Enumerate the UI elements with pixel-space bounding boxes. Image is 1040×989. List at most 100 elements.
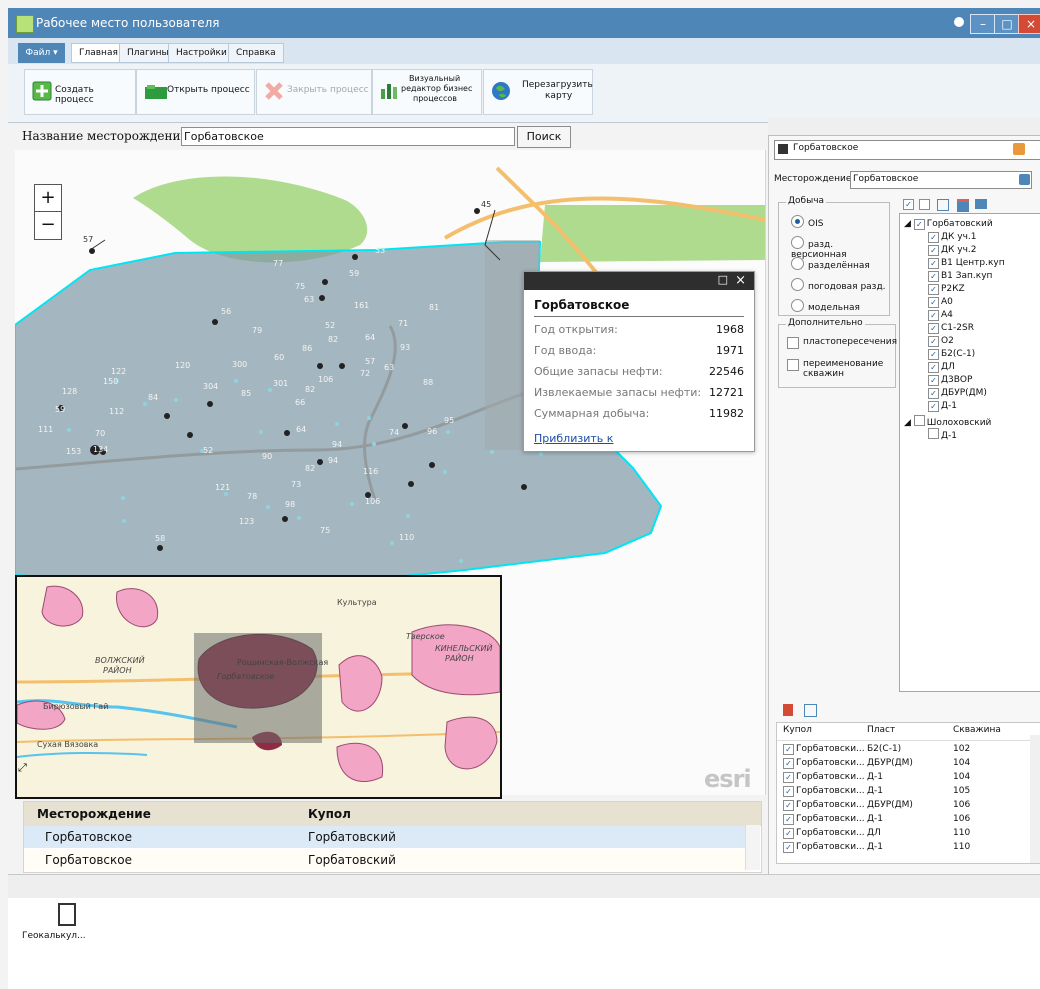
table-scrollbar[interactable] [1030, 735, 1040, 863]
tab-settings[interactable]: Настройки [168, 43, 235, 63]
folder-icon [145, 85, 167, 99]
checkbox-icon[interactable]: ✓ [928, 388, 939, 399]
tree-node[interactable]: ✓ Д3ВОР [928, 375, 972, 386]
tree-node[interactable]: Д-1 [928, 428, 957, 441]
radio-yearly-split[interactable]: погодовая разд. [791, 278, 886, 292]
checkbox-icon[interactable] [928, 428, 939, 439]
tree-node[interactable]: ✓ ДК уч.2 [928, 245, 977, 256]
table-row[interactable]: ✓ Горбатовски... Д-1 105 [777, 786, 1040, 799]
tree-node-root[interactable]: ◢ Шолоховский [904, 415, 991, 428]
grid-scrollbar[interactable] [745, 825, 760, 870]
maximize-icon[interactable]: □ [718, 273, 728, 286]
checkbox-icon[interactable]: ✓ [928, 362, 939, 373]
open-process-button[interactable]: Открыть процесс [136, 69, 255, 115]
tree-node-root[interactable]: ◢ ✓ Горбатовский [904, 219, 993, 230]
layer-combobox[interactable]: Горбатовское [774, 140, 1040, 160]
tree-node[interactable]: ✓ Д-1 [928, 401, 957, 412]
checkbox-icon[interactable]: ✓ [928, 258, 939, 269]
geocalc-label[interactable]: Геокалькул... [22, 931, 86, 941]
minimize-button[interactable]: – [970, 14, 996, 34]
table-row[interactable]: ✓ Горбатовски... Д-1 104 [777, 772, 1040, 785]
filter-icon[interactable] [804, 704, 817, 717]
resize-overview-icon[interactable]: ⤢ [18, 761, 27, 775]
checkbox-icon[interactable]: ✓ [928, 349, 939, 360]
right-panel-splitter[interactable] [768, 118, 1040, 136]
plugin-tray [8, 898, 1040, 989]
export-icon[interactable] [957, 199, 969, 212]
checkbox-icon[interactable]: ✓ [913, 219, 925, 230]
checkbox-icon[interactable] [913, 415, 925, 426]
help-icon[interactable] [954, 17, 964, 27]
checkbox-icon[interactable]: ✓ [783, 800, 794, 811]
tree-node[interactable]: ✓ С1-2SR [928, 323, 974, 334]
tree-node[interactable]: ✓ О2 [928, 336, 954, 347]
close-icon[interactable]: × [735, 273, 746, 288]
checkbox-icon[interactable]: ✓ [928, 323, 939, 334]
close-button[interactable]: × [1018, 14, 1040, 34]
radio-split[interactable]: разделённая [791, 257, 870, 271]
uncheck-all-icon[interactable] [919, 199, 930, 210]
checkbox-icon[interactable]: ✓ [783, 814, 794, 825]
field-name-input[interactable]: Горбатовское [181, 127, 515, 146]
visual-editor-button[interactable]: Визуальный редактор бизнес процессов [372, 69, 482, 115]
calculator-icon[interactable] [58, 903, 76, 926]
table-row[interactable]: ✓ Горбатовски... ДЛ 110 [777, 828, 1040, 841]
checkbox-icon[interactable]: ✓ [783, 786, 794, 797]
tree-node[interactable]: ✓ Б2(С-1) [928, 349, 975, 360]
zoom-in-button[interactable]: + [35, 185, 61, 212]
table-row[interactable]: ✓ Горбатовски... ДБУР(ДМ) 106 [777, 800, 1040, 813]
table-row[interactable]: ✓ Горбатовски... Д-1 106 [777, 814, 1040, 827]
table-row[interactable]: ✓ Горбатовски... Б2(С-1) 102 [777, 744, 1040, 757]
checkbox-icon[interactable]: ✓ [928, 375, 939, 386]
visual-editor-label-3: процессов [413, 94, 457, 103]
tree-node[interactable]: ✓ Р2КZ [928, 284, 965, 295]
import-icon[interactable] [975, 199, 987, 209]
dropdown-icon[interactable] [1013, 143, 1025, 155]
tree-node[interactable]: ✓ ДБУР(ДМ) [928, 388, 987, 399]
well-label: 75 [295, 282, 305, 291]
checkbox-icon[interactable]: ✓ [928, 245, 939, 256]
zoom-out-button[interactable]: − [35, 212, 61, 238]
field-selector-combobox[interactable]: Горбатовское [850, 171, 1032, 189]
table-row[interactable]: ✓ Горбатовски... Д-1 110 [777, 842, 1040, 855]
checkbox-icon[interactable]: ✓ [928, 284, 939, 295]
reload-map-button[interactable]: Перезагрузить карту [483, 69, 593, 115]
checkbox-icon[interactable]: ✓ [928, 297, 939, 308]
check-all-icon[interactable]: ✓ [903, 199, 914, 210]
checkbox-icon[interactable]: ✓ [783, 744, 794, 755]
checkbox-icon[interactable]: ✓ [783, 842, 794, 853]
tree-node[interactable]: ✓ ДЛ [928, 362, 955, 373]
close-process-button[interactable]: Закрыть процесс [256, 69, 372, 115]
search-button[interactable]: Поиск [517, 126, 571, 148]
checkbox-icon[interactable]: ✓ [783, 772, 794, 783]
search-tree-icon[interactable] [937, 199, 949, 211]
checkbox-icon[interactable]: ✓ [783, 828, 794, 839]
create-process-button[interactable]: Создать процесс [24, 69, 136, 115]
tab-home[interactable]: Главная [71, 43, 126, 63]
checkbox-icon[interactable]: ✓ [928, 336, 939, 347]
file-menu-button[interactable]: Файл ▾ [18, 43, 65, 63]
radio-ois[interactable]: OIS [791, 215, 823, 229]
tree-node[interactable]: ✓ ДК уч.1 [928, 232, 977, 243]
tree-node[interactable]: ✓ В1 Зап.куп [928, 271, 992, 282]
radio-model[interactable]: модельная [791, 299, 860, 313]
checkbox-icon[interactable]: ✓ [928, 401, 939, 412]
popup-label: Извлекаемые запасы нефти: [534, 386, 702, 399]
tab-help[interactable]: Справка [228, 43, 284, 63]
tree-node[interactable]: ✓ В1 Центр.куп [928, 258, 1005, 269]
checkbox-icon[interactable]: ✓ [928, 310, 939, 321]
table-row[interactable]: ✓ Горбатовски... ДБУР(ДМ) 104 [777, 758, 1040, 771]
delete-icon[interactable] [783, 704, 793, 716]
tree-node[interactable]: ✓ А4 [928, 310, 953, 321]
zoom-to-link[interactable]: Приблизить к [534, 432, 613, 445]
dropdown-icon[interactable] [1019, 174, 1030, 185]
maximize-button[interactable]: □ [994, 14, 1020, 34]
checkbox-icon[interactable]: ✓ [928, 232, 939, 243]
checkbox-icon[interactable]: ✓ [928, 271, 939, 282]
globe-icon [492, 82, 510, 100]
well-label: 70 [95, 429, 105, 438]
overview-map[interactable]: Культура Тверское КИНЕЛЬСКИЙ РАЙОН ВОЛЖС… [15, 575, 502, 799]
bottom-splitter[interactable] [8, 874, 1040, 900]
tree-node[interactable]: ✓ А0 [928, 297, 953, 308]
checkbox-icon[interactable]: ✓ [783, 758, 794, 769]
